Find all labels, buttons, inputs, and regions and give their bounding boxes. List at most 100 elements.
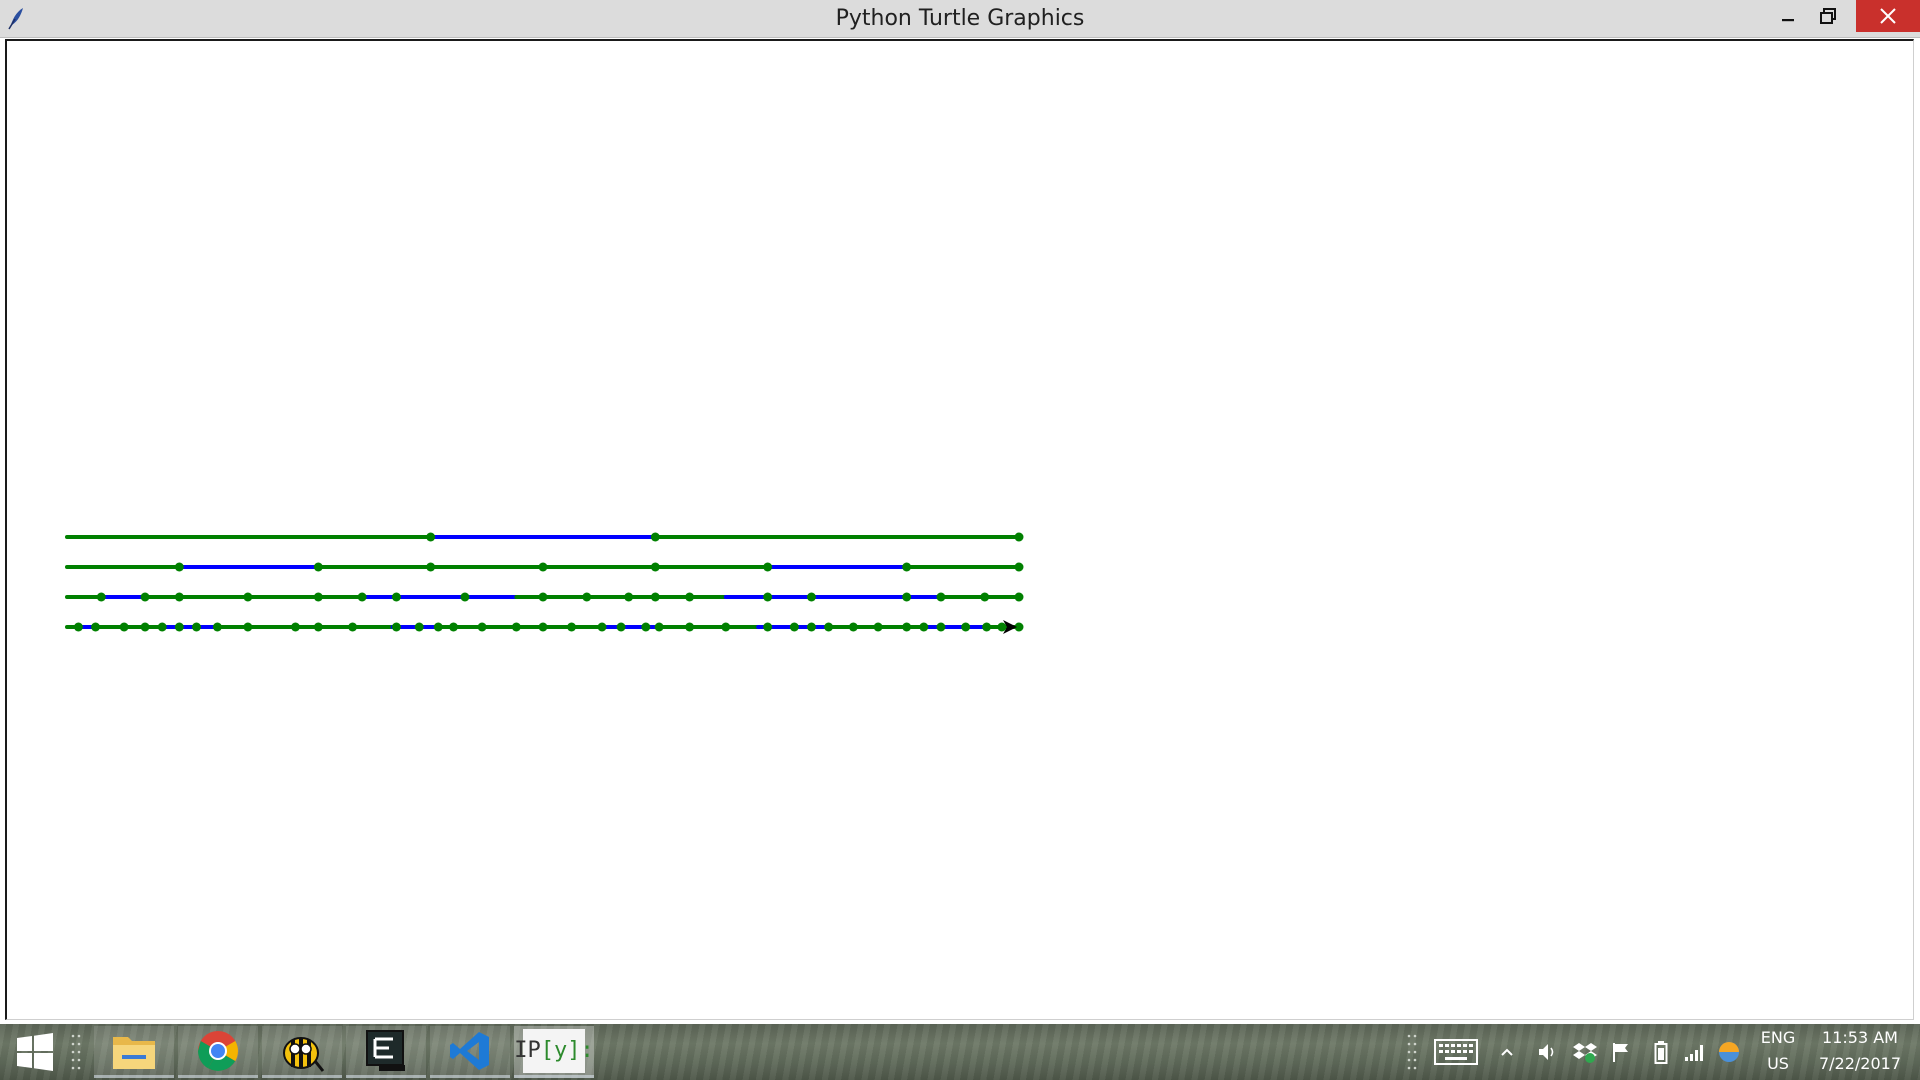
turtle-dot bbox=[119, 622, 129, 632]
taskbar-bee-app[interactable] bbox=[262, 1026, 342, 1078]
turtle-dot bbox=[426, 562, 436, 572]
close-icon bbox=[1880, 8, 1896, 24]
turtle-dot bbox=[597, 622, 607, 632]
turtle-canvas-frame[interactable] bbox=[5, 39, 1914, 1020]
turtle-dot bbox=[91, 622, 101, 632]
turtle-dot bbox=[902, 622, 912, 632]
turtle-canvas[interactable] bbox=[7, 41, 1913, 1019]
chrome-icon bbox=[198, 1030, 238, 1071]
turtle-dot bbox=[982, 622, 992, 632]
turtle-dot bbox=[763, 562, 773, 572]
turtle-dot bbox=[391, 592, 401, 602]
dropbox-tray-button[interactable] bbox=[1570, 1026, 1600, 1078]
speaker-icon bbox=[1539, 1044, 1554, 1060]
battery-button[interactable] bbox=[1648, 1026, 1674, 1078]
turtle-dot bbox=[763, 622, 773, 632]
turtle-dot bbox=[650, 592, 660, 602]
restore-icon bbox=[1820, 8, 1836, 24]
turtle-dot bbox=[961, 622, 971, 632]
grip-icon bbox=[71, 1034, 81, 1070]
ipython-icon: IP [y]: bbox=[514, 1028, 594, 1073]
turtle-dot bbox=[73, 622, 83, 632]
flag-icon bbox=[1613, 1043, 1628, 1062]
show-hidden-icons-button[interactable] bbox=[1494, 1026, 1520, 1078]
turtle-dot bbox=[174, 592, 184, 602]
network-button[interactable] bbox=[1680, 1026, 1710, 1078]
turtle-dot bbox=[624, 592, 634, 602]
taskbar-ipython[interactable]: IP [y]: bbox=[514, 1026, 594, 1078]
turtle-dot bbox=[641, 622, 651, 632]
turtle-dot bbox=[902, 562, 912, 572]
ipython-label-ip: IP bbox=[514, 1038, 541, 1063]
onedrive-tray-button[interactable] bbox=[1714, 1026, 1744, 1078]
turtle-dot bbox=[980, 592, 990, 602]
turtle-dot bbox=[174, 562, 184, 572]
turtle-dot bbox=[919, 622, 929, 632]
language-indicator-bottom[interactable]: US bbox=[1754, 1054, 1802, 1073]
taskbar-terminal[interactable] bbox=[346, 1026, 426, 1078]
turtle-dot bbox=[650, 532, 660, 542]
turtle-dot bbox=[806, 592, 816, 602]
turtle-dot bbox=[567, 622, 577, 632]
turtle-dot bbox=[806, 622, 816, 632]
turtle-dot bbox=[848, 622, 858, 632]
volume-button[interactable] bbox=[1532, 1026, 1562, 1078]
vscode-icon bbox=[450, 1031, 489, 1070]
taskbar-chrome[interactable] bbox=[178, 1026, 258, 1078]
turtle-dot bbox=[391, 622, 401, 632]
action-center-flag-button[interactable] bbox=[1606, 1026, 1636, 1078]
clock-date[interactable]: 7/22/2017 bbox=[1810, 1054, 1910, 1073]
turtle-dot bbox=[936, 622, 946, 632]
turtle-dot bbox=[936, 592, 946, 602]
turtle-dot bbox=[433, 622, 443, 632]
file-explorer-icon bbox=[113, 1036, 155, 1069]
turtle-dot bbox=[191, 622, 201, 632]
turtle-dot bbox=[582, 592, 592, 602]
signal-icon bbox=[1685, 1045, 1703, 1061]
turtle-dot bbox=[1014, 592, 1024, 602]
title-bar[interactable]: Python Turtle Graphics bbox=[0, 0, 1920, 38]
keyboard-icon bbox=[1434, 1039, 1478, 1065]
turtle-dot bbox=[140, 592, 150, 602]
turtle-dot bbox=[511, 622, 521, 632]
weather-icon bbox=[1719, 1042, 1739, 1062]
turtle-dot bbox=[460, 592, 470, 602]
turtle-dot bbox=[290, 622, 300, 632]
turtle-dot bbox=[685, 622, 695, 632]
turtle-dot bbox=[789, 622, 799, 632]
restore-button[interactable] bbox=[1804, 0, 1852, 32]
dropbox-icon bbox=[1573, 1043, 1597, 1063]
turtle-dot bbox=[538, 622, 548, 632]
turtle-dot bbox=[477, 622, 487, 632]
turtle-dot bbox=[313, 592, 323, 602]
turtle-dot bbox=[243, 622, 253, 632]
turtle-dot bbox=[243, 592, 253, 602]
taskbar: IP [y]: ENG US 11:53 AM 7/22/2017 bbox=[0, 1024, 1920, 1080]
turtle-dot bbox=[348, 622, 358, 632]
start-button[interactable] bbox=[4, 1026, 66, 1078]
turtle-dot bbox=[313, 622, 323, 632]
taskbar-file-explorer[interactable] bbox=[94, 1026, 174, 1078]
turtle-dot bbox=[650, 562, 660, 572]
window-title: Python Turtle Graphics bbox=[835, 6, 1085, 31]
terminal-icon bbox=[366, 1029, 405, 1071]
touch-keyboard-button[interactable] bbox=[1428, 1026, 1484, 1078]
turtle-dot bbox=[212, 622, 222, 632]
turtle-dot bbox=[873, 622, 883, 632]
minimize-icon bbox=[1782, 19, 1794, 22]
ipython-label-prompt: [y]: bbox=[540, 1038, 594, 1063]
turtle-dot bbox=[96, 592, 106, 602]
turtle-dot bbox=[763, 592, 773, 602]
turtle-dot bbox=[140, 622, 150, 632]
clock-time[interactable]: 11:53 AM bbox=[1810, 1028, 1910, 1047]
taskbar-vscode[interactable] bbox=[430, 1026, 510, 1078]
turtle-dot bbox=[414, 622, 424, 632]
language-indicator-top[interactable]: ENG bbox=[1754, 1028, 1802, 1047]
close-button[interactable] bbox=[1856, 0, 1920, 32]
turtle-dot bbox=[357, 592, 367, 602]
turtle-dot bbox=[616, 622, 626, 632]
turtle-dot bbox=[538, 562, 548, 572]
turtle-dot bbox=[654, 622, 664, 632]
turtle-dot bbox=[426, 532, 436, 542]
battery-icon bbox=[1654, 1041, 1668, 1064]
